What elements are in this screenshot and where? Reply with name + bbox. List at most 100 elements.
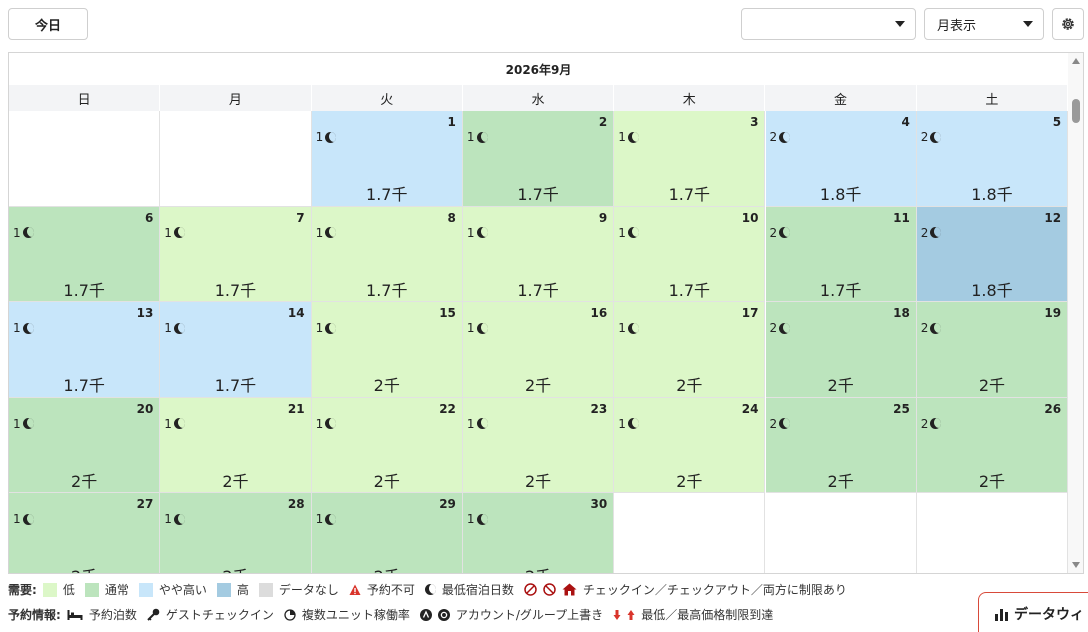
calendar-day-18[interactable]: 18 2 2千 — [765, 302, 917, 398]
calendar-day-3[interactable]: 3 1 1.7千 — [614, 111, 766, 207]
calendar-day-empty — [9, 111, 161, 207]
calendar-day-1[interactable]: 1 1 1.7千 — [311, 111, 463, 207]
calendar-day-7[interactable]: 7 1 1.7千 — [160, 206, 312, 302]
day-number: 28 — [287, 497, 305, 511]
day-number: 20 — [136, 401, 154, 416]
min-stay: 2 — [770, 417, 791, 431]
moon-icon — [173, 227, 185, 238]
min-stay: 1 — [13, 512, 34, 526]
calendar-day-21[interactable]: 21 1 2千 — [160, 397, 312, 493]
calendar-day-10[interactable]: 10 1 1.7千 — [614, 206, 766, 302]
calendar-day-24[interactable]: 24 1 2千 — [614, 397, 766, 493]
moon-icon — [325, 513, 337, 525]
calendar-day-20[interactable]: 20 1 2千 — [9, 397, 161, 493]
calendar-day-5[interactable]: 5 2 1.8千 — [916, 111, 1069, 207]
min-stay-value: 1 — [466, 416, 475, 431]
legend-booked-nights: 予約泊数 — [67, 606, 137, 623]
min-price-icon — [613, 609, 621, 620]
day-price: 1.8千 — [971, 185, 1013, 204]
calendar-day-23[interactable]: 23 1 2千 — [462, 397, 615, 493]
min-stay-value: 2 — [769, 225, 778, 240]
day-price: 1.8千 — [971, 280, 1013, 300]
calendar-day-6[interactable]: 6 1 1.7千 — [9, 206, 161, 302]
calendar-day-22[interactable]: 22 1 2千 — [311, 397, 463, 493]
scroll-down-icon[interactable] — [1072, 562, 1080, 568]
calendar-day-4[interactable]: 4 2 1.8千 — [765, 111, 917, 207]
today-button[interactable]: 今日 — [8, 8, 88, 40]
calendar-day-29[interactable]: 29 1 2千 — [311, 493, 463, 573]
calendar-day-12[interactable]: 12 2 1.8千 — [916, 206, 1069, 302]
calendar-day-15[interactable]: 15 1 2千 — [311, 302, 463, 398]
day-number: 6 — [144, 210, 154, 225]
calendar-day-14[interactable]: 14 1 1.7千 — [160, 302, 312, 398]
moon-icon — [22, 322, 34, 334]
day-number: 9 — [598, 210, 608, 225]
scrollbar-thumb[interactable] — [1072, 99, 1080, 123]
day-number: 11 — [893, 210, 910, 225]
legend-high-swatch — [216, 582, 231, 597]
legend-low-swatch — [42, 582, 57, 597]
min-stay-value: 1 — [315, 130, 324, 144]
calendar-day-16[interactable]: 16 1 2千 — [462, 302, 615, 398]
weekday-fri: 金 — [765, 85, 917, 111]
calendar-day-2[interactable]: 2 1 1.7千 — [462, 111, 615, 207]
calendar-day-26[interactable]: 26 2 2千 — [916, 397, 1069, 493]
calendar-day-11[interactable]: 11 2 1.7千 — [765, 206, 917, 302]
legend-nodata: データなし — [258, 581, 339, 598]
min-stay: 1 — [13, 321, 34, 335]
legend-multi-unit: 複数ユニット稼働率 — [284, 606, 410, 623]
day-number: 12 — [1044, 210, 1062, 225]
min-stay-value: 1 — [618, 130, 626, 144]
min-stay-value: 1 — [466, 512, 475, 526]
view-mode-select[interactable]: 月表示 — [924, 8, 1044, 40]
min-stay: 1 — [164, 512, 185, 526]
legend-price-limit: 最低／最高価格制限到達 — [613, 606, 773, 623]
min-stay: 1 — [316, 512, 337, 526]
booking-legend: 予約情報: 予約泊数 ゲストチェックイン 複数ユニット稼働率 アカウント/グルー… — [8, 606, 783, 623]
day-price: 1.7千 — [517, 185, 559, 204]
min-stay-value: 1 — [164, 321, 172, 335]
caret-down-icon — [1023, 21, 1033, 27]
legend-nodata-text: データなし — [278, 583, 339, 597]
day-price: 2千 — [312, 563, 462, 573]
day-number: 19 — [1044, 306, 1062, 320]
calendar-day-27[interactable]: 27 1 2千 — [9, 493, 161, 573]
moon-icon — [930, 131, 942, 143]
caret-down-icon — [895, 21, 905, 27]
day-price: 2千 — [676, 376, 703, 395]
day-price: 2千 — [9, 563, 159, 573]
calendar-day-empty — [916, 493, 1069, 573]
calendar-day-13[interactable]: 13 1 1.7千 — [9, 302, 161, 398]
legend-low-text: 低 — [62, 583, 75, 597]
booking-legend-label: 予約情報: — [8, 608, 61, 622]
calendar-day-30[interactable]: 30 1 2千 — [462, 493, 615, 573]
data-widget-tab[interactable]: データウィ — [978, 592, 1088, 632]
settings-button[interactable] — [1052, 8, 1084, 40]
day-price: 1.7千 — [366, 185, 408, 204]
calendar-day-8[interactable]: 8 1 1.7千 — [311, 206, 463, 302]
day-number: 22 — [439, 401, 456, 416]
legend-restriction: チェックイン／チェックアウト／両方に制限あり — [524, 581, 847, 598]
calendar-day-19[interactable]: 19 2 2千 — [916, 302, 1069, 398]
scrollbar[interactable] — [1068, 53, 1083, 573]
moon-icon — [476, 322, 488, 334]
listing-select[interactable] — [741, 8, 916, 40]
calendar-day-28[interactable]: 28 1 2千 — [160, 493, 312, 573]
min-stay: 1 — [618, 130, 639, 144]
calendar-day-17[interactable]: 17 1 2千 — [614, 302, 766, 398]
day-price: 2千 — [827, 376, 854, 395]
scroll-up-icon[interactable] — [1072, 58, 1080, 64]
key-icon — [147, 608, 160, 621]
day-price: 2千 — [373, 376, 400, 395]
min-stay-value: 1 — [315, 321, 324, 335]
calendar-day-25[interactable]: 25 2 2千 — [765, 397, 917, 493]
moon-icon — [627, 322, 639, 334]
legend-low: 低 — [42, 581, 75, 598]
calendar-day-empty — [160, 111, 312, 207]
min-stay-value: 1 — [315, 416, 324, 431]
min-stay-value: 1 — [315, 512, 324, 526]
calendar-day-9[interactable]: 9 1 1.7千 — [462, 206, 615, 302]
day-price: 2千 — [373, 471, 400, 491]
warning-icon — [349, 584, 361, 595]
min-stay-value: 2 — [920, 225, 929, 240]
